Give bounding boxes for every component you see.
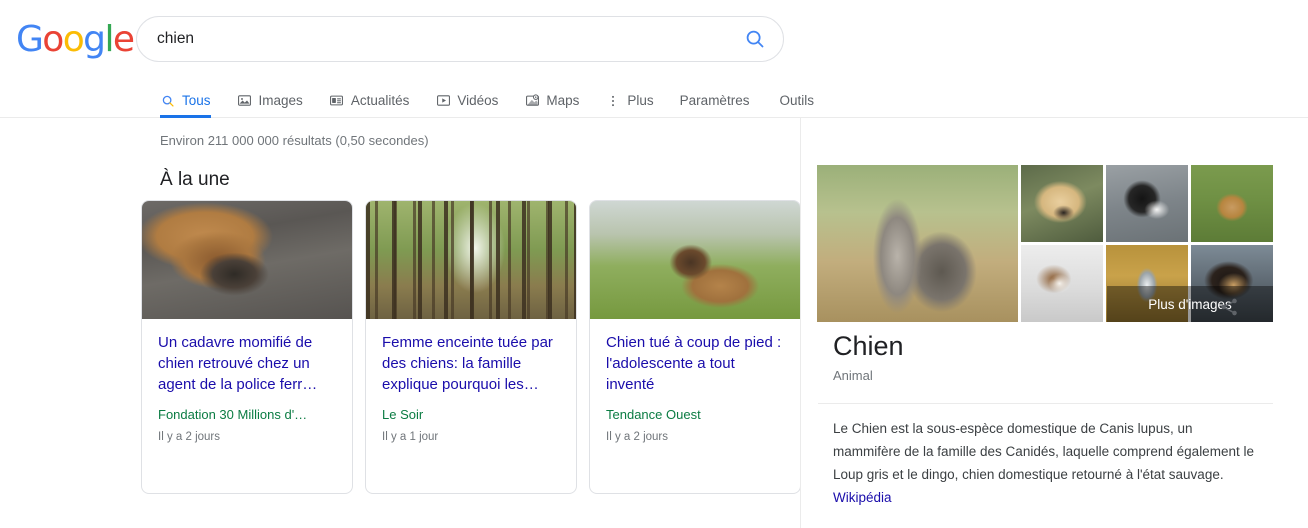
tab-outils[interactable]: Outils <box>779 83 814 118</box>
news-card-time: Il y a 1 jour <box>382 431 439 443</box>
logo-letter-o2: o <box>62 19 85 60</box>
description-text: Le Chien est la sous-espèce domestique d… <box>833 421 1254 482</box>
tab-images[interactable]: Images <box>237 83 315 118</box>
knowledge-panel-title: Chien <box>833 331 904 361</box>
knowledge-panel-image-grid: Plus d'images <box>817 165 1273 322</box>
search-input[interactable] <box>137 30 727 48</box>
news-card[interactable]: Chien tué à coup de pied : l'adolescente… <box>589 200 801 494</box>
tab-plus[interactable]: Plus <box>605 83 665 118</box>
search-submit-button[interactable] <box>727 17 783 61</box>
tab-tous[interactable]: Tous <box>160 83 223 118</box>
map-pin-icon <box>524 93 540 109</box>
more-vertical-icon <box>605 93 621 109</box>
news-card-title: Chien tué à coup de pied : l'adolescente… <box>606 334 782 393</box>
image-icon <box>237 93 253 109</box>
news-card-source: Le Soir <box>382 407 424 422</box>
news-icon <box>329 93 345 109</box>
video-icon <box>435 93 451 109</box>
logo-letter-g2: g <box>83 19 106 60</box>
news-card-thumbnail <box>366 201 576 319</box>
news-card-title: Un cadavre momifié de chien retrouvé che… <box>158 334 318 393</box>
page-header: Google Tous <box>0 0 1308 118</box>
google-logo[interactable]: Google <box>16 19 135 60</box>
knowledge-panel-thumbnail[interactable] <box>1021 245 1103 322</box>
tab-maps[interactable]: Maps <box>524 83 591 118</box>
logo-letter-o1: o <box>42 19 64 60</box>
search-tabs: Tous Images Actualités Vidéos Maps Plus … <box>160 82 844 118</box>
news-card[interactable]: Un cadavre momifié de chien retrouvé che… <box>141 200 353 494</box>
knowledge-panel-thumbnail[interactable] <box>1106 165 1188 242</box>
logo-letter-g1: G <box>16 19 44 60</box>
knowledge-panel-thumbnail[interactable] <box>1191 165 1273 242</box>
news-card-thumbnail <box>142 201 352 319</box>
tab-label: Paramètres <box>679 93 750 108</box>
news-card[interactable]: Femme enceinte tuée par des chiens: la f… <box>365 200 577 494</box>
search-icon <box>160 93 176 109</box>
tab-label: Tous <box>182 93 211 108</box>
top-stories-carousel: Un cadavre momifié de chien retrouvé che… <box>141 200 801 494</box>
tab-label: Actualités <box>350 93 410 108</box>
news-card-thumbnail <box>590 201 800 319</box>
tab-label: Vidéos <box>457 93 499 108</box>
tab-label: Plus <box>627 93 654 108</box>
top-stories-heading: À la une <box>160 169 230 190</box>
knowledge-panel-thumbnail[interactable] <box>1021 165 1103 242</box>
news-card-time: Il y a 2 jours <box>606 431 668 443</box>
share-icon <box>1221 298 1237 316</box>
knowledge-panel-hero-image[interactable] <box>817 165 1018 322</box>
result-stats: Environ 211 000 000 résultats (0,50 seco… <box>160 133 429 148</box>
news-card-source: Fondation 30 Millions d'… <box>158 407 308 422</box>
knowledge-panel-subtitle: Animal <box>833 368 873 383</box>
wikipedia-link[interactable]: Wikipédia <box>833 490 892 505</box>
news-card-time: Il y a 2 jours <box>158 431 220 443</box>
logo-letter-e: e <box>112 19 135 60</box>
news-card-title: Femme enceinte tuée par des chiens: la f… <box>382 334 553 393</box>
share-button[interactable] <box>1218 296 1242 320</box>
tab-videos[interactable]: Vidéos <box>435 83 510 118</box>
tab-actualites[interactable]: Actualités <box>329 83 422 118</box>
knowledge-panel-divider <box>818 403 1273 404</box>
news-card-source: Tendance Ouest <box>606 407 701 422</box>
search-icon <box>746 30 764 48</box>
knowledge-panel: Plus d'images Chien Animal Le Chien est … <box>800 118 1290 528</box>
search-box[interactable] <box>136 16 784 62</box>
more-images-button[interactable]: Plus d'images <box>1107 286 1273 322</box>
tab-parametres[interactable]: Paramètres <box>680 83 750 118</box>
tab-label: Images <box>258 93 303 108</box>
knowledge-panel-description: Le Chien est la sous-espèce domestique d… <box>833 417 1263 509</box>
tab-label: Maps <box>546 93 580 108</box>
tab-label: Outils <box>779 93 814 108</box>
logo-letter-l: l <box>104 19 114 60</box>
